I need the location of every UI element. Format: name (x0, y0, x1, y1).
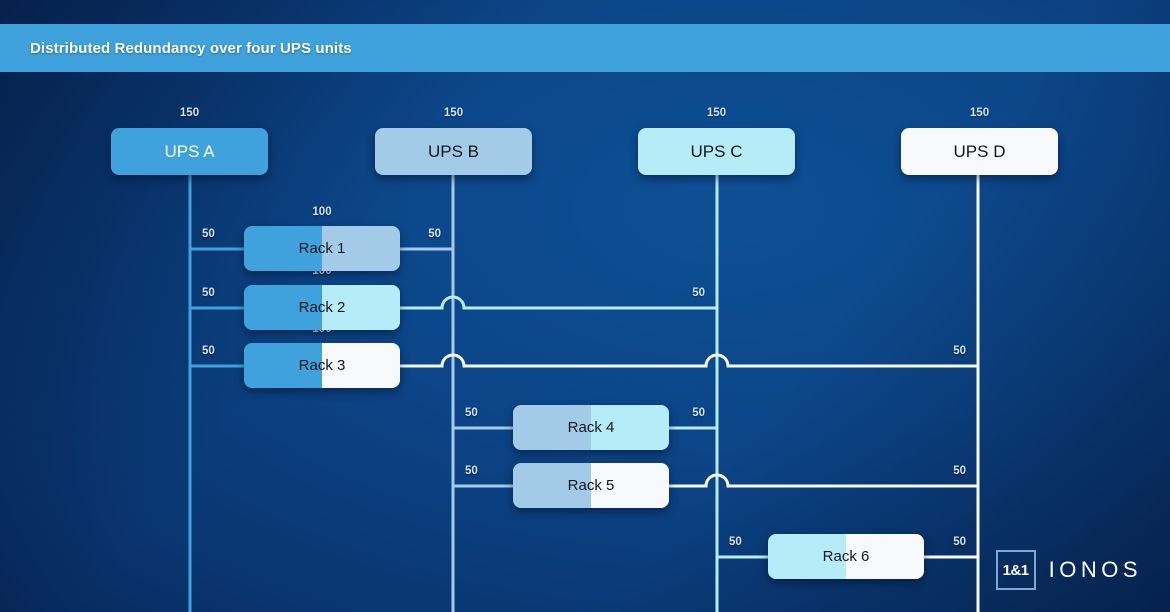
rack-label-4: Rack 4 (567, 419, 615, 436)
feed-load-rack-6-left: 50 (729, 536, 742, 548)
feed-load-rack-1-left: 50 (202, 228, 215, 240)
ups-capacity-c: 150 (706, 107, 727, 119)
ups-node-a[interactable]: UPS A (111, 128, 268, 175)
ups-capacity-a: 150 (179, 107, 200, 119)
logo-mark: 1&1 (995, 550, 1036, 590)
logo-wordmark: IONOS (1048, 557, 1142, 582)
feed-load-rack-3-right: 50 (953, 345, 966, 357)
rack-node-2[interactable]: Rack 2 (244, 285, 400, 330)
rack-label-2: Rack 2 (298, 299, 346, 316)
feed-line-rack-2-r (398, 295, 717, 310)
feed-load-rack-2-right: 50 (692, 287, 705, 299)
feed-load-rack-5-right: 50 (953, 465, 966, 477)
ups-capacity-b: 150 (443, 107, 464, 119)
rack-label-1: Rack 1 (298, 240, 346, 257)
rack-label-3: Rack 3 (298, 357, 346, 374)
feed-load-rack-5-left: 50 (465, 465, 478, 477)
ups-label-c: UPS C (690, 141, 743, 161)
ionos-logo: 1&1 IONOS (995, 550, 1142, 590)
ups-label-a: UPS A (164, 141, 215, 161)
rack-total-1: 100 (312, 206, 332, 218)
feed-line-rack-3-r (398, 353, 978, 368)
page-title: Distributed Redundancy over four UPS uni… (30, 39, 352, 57)
feed-load-rack-2-left: 50 (202, 287, 215, 299)
feed-load-rack-3-left: 50 (202, 345, 215, 357)
rack-node-5[interactable]: Rack 5 (513, 463, 669, 508)
feed-load-rack-4-right: 50 (692, 407, 705, 419)
feed-load-rack-4-left: 50 (465, 407, 478, 419)
ups-node-c[interactable]: UPS C (638, 128, 795, 175)
rack-label-5: Rack 5 (567, 477, 615, 494)
rack-node-6[interactable]: Rack 6 (768, 534, 924, 579)
rack-node-1[interactable]: Rack 1 (244, 226, 400, 271)
ups-label-d: UPS D (953, 141, 1006, 161)
feed-load-rack-1-right: 50 (428, 228, 441, 240)
title-bar: Distributed Redundancy over four UPS uni… (0, 24, 1170, 72)
rack-node-3[interactable]: Rack 3 (244, 343, 400, 388)
diagram-canvas: Distributed Redundancy over four UPS uni… (0, 0, 1170, 612)
feed-load-rack-6-right: 50 (953, 536, 966, 548)
ups-node-b[interactable]: UPS B (375, 128, 532, 175)
feed-line-rack-5-r (667, 473, 978, 488)
rack-label-6: Rack 6 (822, 548, 870, 565)
power-distribution-wiring (188, 175, 980, 612)
ups-label-b: UPS B (427, 141, 480, 161)
rack-node-4[interactable]: Rack 4 (513, 405, 669, 450)
ups-node-d[interactable]: UPS D (901, 128, 1058, 175)
ups-capacity-d: 150 (969, 107, 990, 119)
